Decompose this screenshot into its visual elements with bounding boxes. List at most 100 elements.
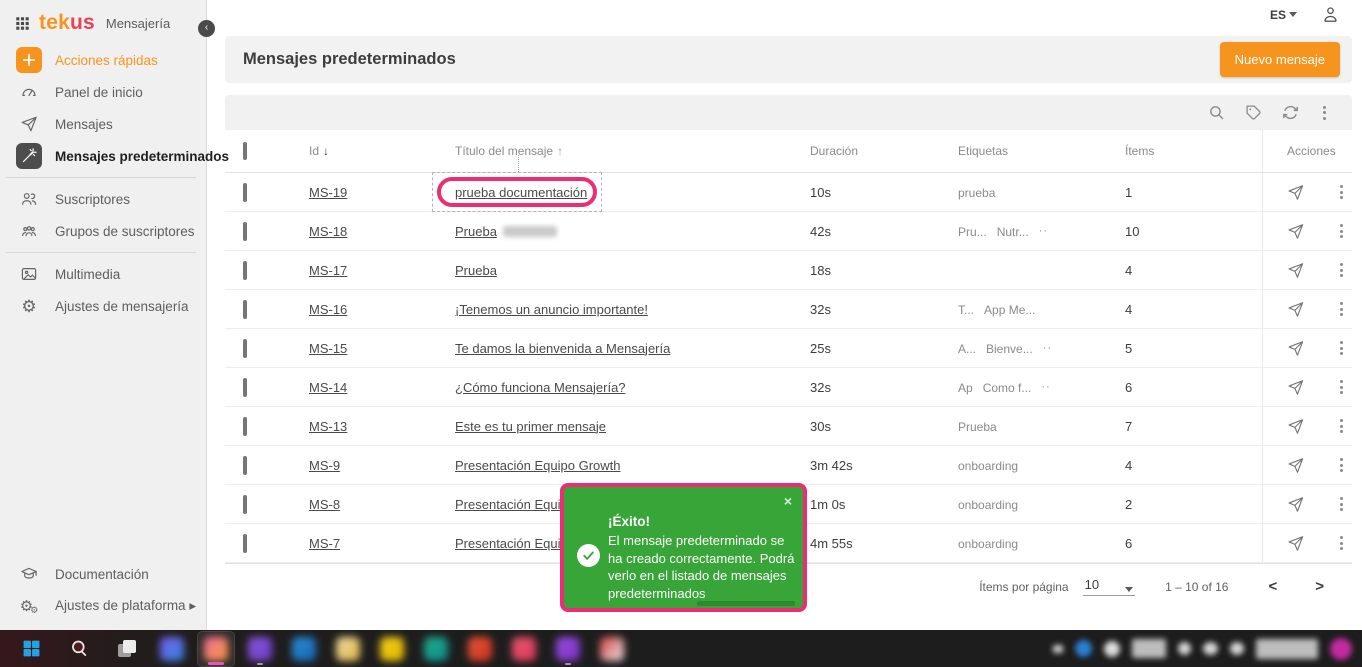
send-message-icon[interactable]: [1287, 340, 1304, 357]
row-menu-icon[interactable]: [1336, 534, 1347, 552]
message-title-link[interactable]: Prueba: [455, 263, 497, 278]
message-id-link[interactable]: MS-8: [309, 497, 340, 512]
message-title-link[interactable]: ¡Tenemos un anuncio importante!: [455, 302, 648, 317]
tray-item-3-blurred[interactable]: [1104, 641, 1120, 657]
message-id-link[interactable]: MS-15: [309, 341, 347, 356]
row-checkbox[interactable]: [243, 456, 247, 475]
message-id-link[interactable]: MS-17: [309, 263, 347, 278]
language-selector[interactable]: ES: [1270, 8, 1297, 22]
apps-grid-icon[interactable]: [14, 10, 30, 36]
row-checkbox[interactable]: [243, 417, 247, 436]
row-checkbox[interactable]: [243, 183, 247, 202]
taskbar-app-icon-8[interactable]: [462, 632, 498, 666]
taskbar-search-icon[interactable]: [62, 634, 96, 664]
row-menu-icon[interactable]: [1336, 300, 1347, 318]
tray-item-7-blurred[interactable]: [1230, 642, 1244, 655]
send-message-icon[interactable]: [1287, 262, 1304, 279]
sidebar-item-ajustes-de-mensajeria[interactable]: ⚙Ajustes de mensajería: [0, 290, 206, 322]
sidebar-item-ajustes-de-plataforma[interactable]: ⚙⚙Ajustes de plataforma ▸: [0, 590, 206, 622]
message-id-link[interactable]: MS-9: [309, 458, 340, 473]
send-message-icon[interactable]: [1287, 379, 1304, 396]
taskbar-app-icon-9[interactable]: [506, 632, 542, 666]
row-menu-icon[interactable]: [1336, 261, 1347, 279]
message-title-link[interactable]: Prueba: [455, 224, 497, 239]
sidebar-item-multimedia[interactable]: Multimedia: [0, 258, 206, 290]
message-title-link[interactable]: Presentación Equipo Growth: [455, 458, 620, 473]
message-title-link[interactable]: ¿Cómo funciona Mensajería?: [455, 380, 626, 395]
tray-item-5-blurred[interactable]: [1178, 642, 1191, 655]
more-tags-indicator[interactable]: ··: [1039, 225, 1048, 237]
items-per-page-select[interactable]: 10: [1083, 577, 1135, 596]
tray-item-9-blurred[interactable]: [1330, 638, 1352, 660]
message-title-link[interactable]: Presentación Equipo: [455, 497, 575, 512]
row-menu-icon[interactable]: [1336, 456, 1347, 474]
send-message-icon[interactable]: [1287, 223, 1304, 240]
select-all-checkbox[interactable]: [243, 142, 247, 160]
message-id-link[interactable]: MS-14: [309, 380, 347, 395]
close-icon[interactable]: ×: [784, 494, 792, 508]
taskbar-app-icon-6[interactable]: [374, 632, 410, 666]
tag-filter-icon[interactable]: [1245, 104, 1262, 121]
tray-item-2-blurred[interactable]: [1075, 640, 1092, 657]
row-checkbox[interactable]: [243, 378, 247, 397]
task-view-icon[interactable]: [110, 634, 144, 664]
row-menu-icon[interactable]: [1336, 495, 1347, 513]
row-checkbox[interactable]: [243, 261, 247, 280]
refresh-icon[interactable]: [1282, 104, 1299, 121]
sidebar-item-mensajes-predeterminados[interactable]: Mensajes predeterminados: [0, 140, 206, 172]
row-menu-icon[interactable]: [1336, 417, 1347, 435]
taskbar-app-icon-1[interactable]: [154, 632, 190, 666]
start-button[interactable]: [14, 634, 48, 664]
user-account-icon[interactable]: [1321, 5, 1340, 24]
row-menu-icon[interactable]: [1336, 339, 1347, 357]
message-title-link[interactable]: Presentación Equipo: [455, 536, 575, 551]
tray-item-8-blurred[interactable]: [1256, 639, 1318, 659]
more-tags-indicator[interactable]: ··: [1041, 381, 1050, 393]
row-checkbox[interactable]: [243, 222, 247, 241]
message-id-link[interactable]: MS-18: [309, 224, 347, 239]
message-id-link[interactable]: MS-19: [309, 185, 347, 200]
send-message-icon[interactable]: [1287, 418, 1304, 435]
message-id-link[interactable]: MS-16: [309, 302, 347, 317]
row-checkbox[interactable]: [243, 534, 247, 553]
next-page-button[interactable]: >: [1315, 578, 1324, 595]
column-header-items[interactable]: Ítems: [1107, 144, 1262, 158]
taskbar-app-icon-10[interactable]: [550, 632, 586, 666]
send-message-icon[interactable]: [1287, 535, 1304, 552]
send-message-icon[interactable]: [1287, 496, 1304, 513]
taskbar-app-icon-11[interactable]: [594, 632, 630, 666]
tray-item-4-blurred[interactable]: [1132, 639, 1166, 658]
sidebar-item-acciones-rapidas[interactable]: Acciones rápidas: [0, 44, 206, 76]
table-menu-icon[interactable]: [1319, 104, 1330, 122]
sidebar-item-grupos-de-suscriptores[interactable]: Grupos de suscriptores: [0, 215, 206, 247]
message-title-link[interactable]: Te damos la bienvenida a Mensajería: [455, 341, 670, 356]
new-message-button[interactable]: Nuevo mensaje: [1220, 42, 1340, 77]
sidebar-item-mensajes[interactable]: Mensajes: [0, 108, 206, 140]
column-header-title[interactable]: Título del mensaje↑: [437, 144, 792, 158]
taskbar-app-icon-5[interactable]: [330, 632, 366, 666]
row-menu-icon[interactable]: [1336, 378, 1347, 396]
message-id-link[interactable]: MS-13: [309, 419, 347, 434]
column-header-duration[interactable]: Duración: [792, 144, 940, 158]
sidebar-collapse-button[interactable]: ‹: [198, 20, 215, 37]
sidebar-item-suscriptores[interactable]: Suscriptores: [0, 183, 206, 215]
taskbar-app-icon-3[interactable]: [242, 632, 278, 666]
taskbar-app-icon-7[interactable]: [418, 632, 454, 666]
column-header-tags[interactable]: Etiquetas: [940, 144, 1107, 158]
send-message-icon[interactable]: [1287, 457, 1304, 474]
message-title-link[interactable]: prueba documentación: [455, 185, 587, 200]
column-header-id[interactable]: Id↓: [291, 144, 437, 158]
send-message-icon[interactable]: [1287, 301, 1304, 318]
row-menu-icon[interactable]: [1336, 222, 1347, 240]
taskbar-app-icon-4[interactable]: [286, 632, 322, 666]
row-checkbox[interactable]: [243, 495, 247, 514]
row-checkbox[interactable]: [243, 339, 247, 358]
message-title-link[interactable]: Este es tu primer mensaje: [455, 419, 606, 434]
taskbar-app-icon-2[interactable]: [198, 632, 234, 666]
message-id-link[interactable]: MS-7: [309, 536, 340, 551]
row-checkbox[interactable]: [243, 300, 247, 319]
search-icon[interactable]: [1208, 104, 1225, 121]
send-message-icon[interactable]: [1287, 184, 1304, 201]
more-tags-indicator[interactable]: ··: [1043, 342, 1052, 354]
row-menu-icon[interactable]: [1336, 183, 1347, 201]
